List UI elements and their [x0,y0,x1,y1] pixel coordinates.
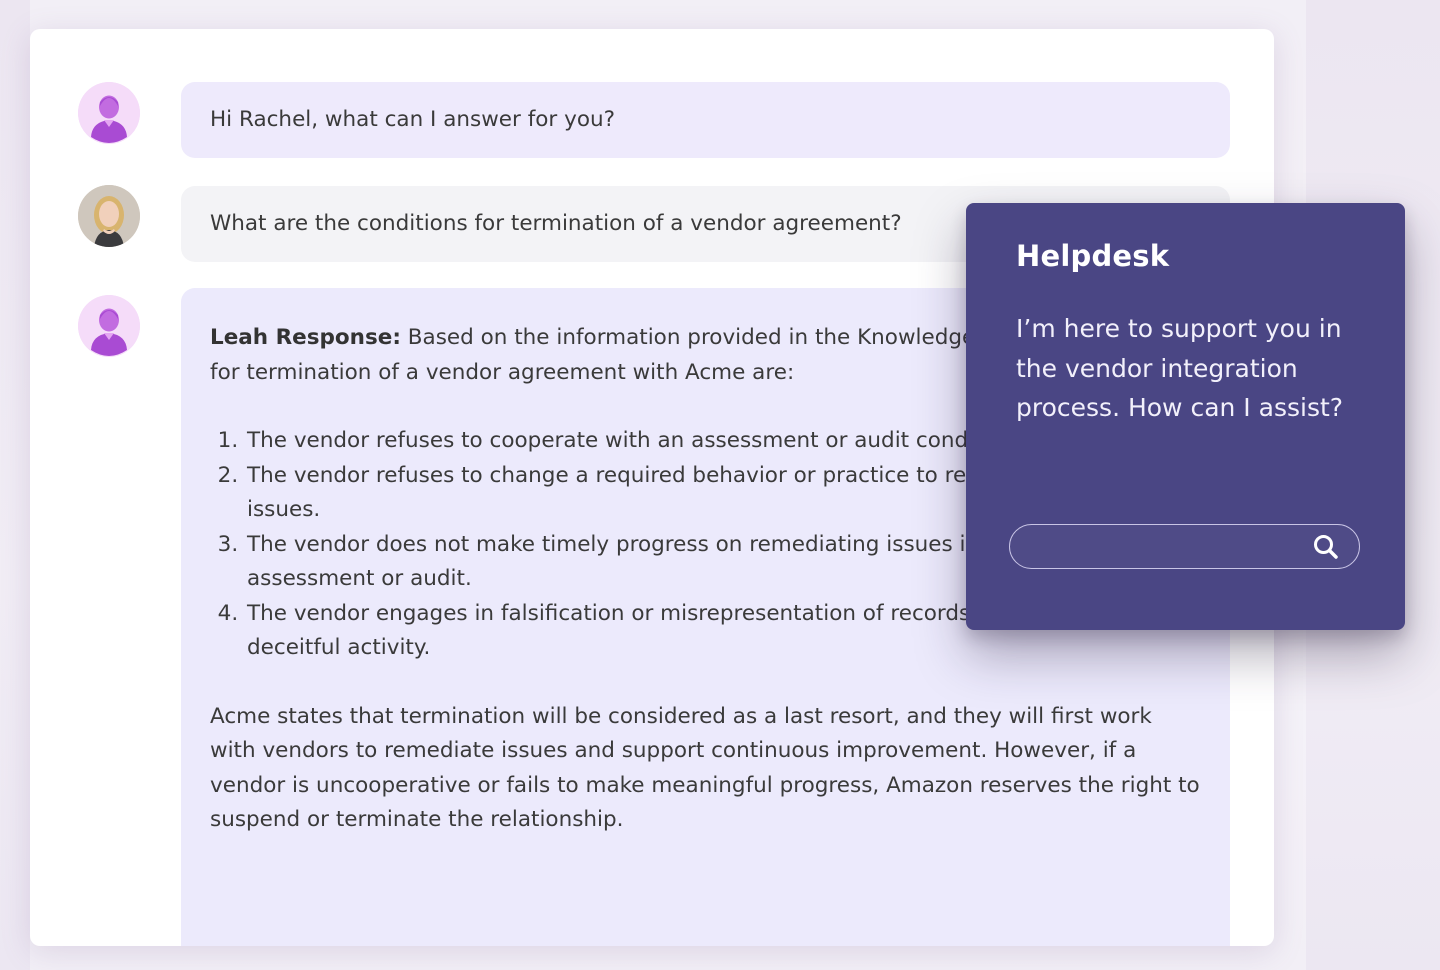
helpdesk-message: I’m here to support you in the vendor in… [1016,314,1344,422]
bot-avatar [78,82,140,144]
answer-label: Leah Response: [210,325,401,350]
helpdesk-widget: Helpdesk I’m here to support you in the … [966,203,1405,630]
greeting-text: Hi Rachel, what can I answer for you? [210,106,616,132]
helpdesk-search-input[interactable] [1028,531,1302,563]
bot-greeting-bubble: Hi Rachel, what can I answer for you? [181,82,1230,158]
helpdesk-title: Helpdesk [1016,239,1170,273]
bot-avatar [78,295,140,357]
person-icon [78,82,140,144]
user-avatar [78,185,140,247]
search-icon[interactable] [1311,532,1341,562]
person-icon [78,295,140,357]
question-text: What are the conditions for termination … [210,210,902,236]
helpdesk-search-box [1009,524,1360,569]
answer-closing: Acme states that termination will be con… [210,703,1200,833]
user-photo-icon [78,185,140,247]
